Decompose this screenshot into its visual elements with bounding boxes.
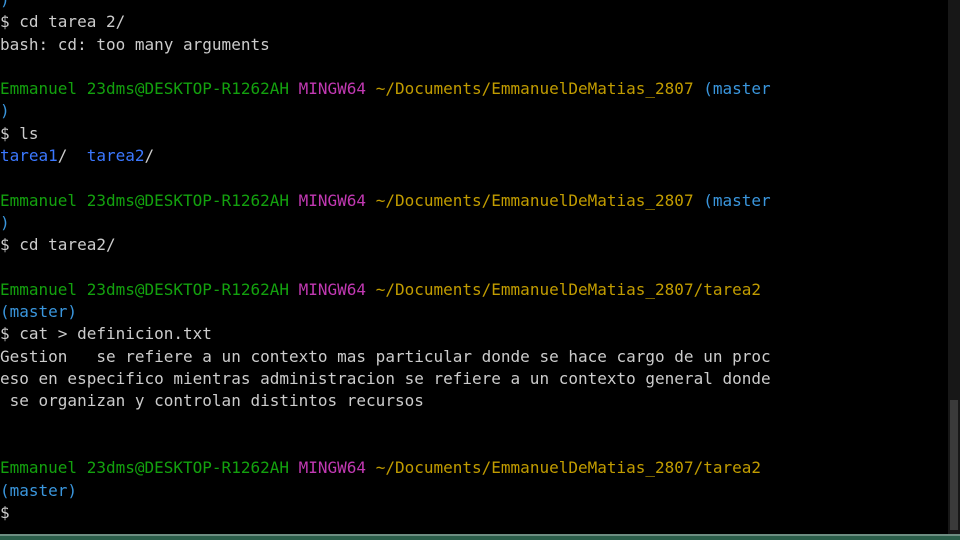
terminal-text: (master)	[0, 480, 78, 500]
terminal-text: Emmanuel 23dms@DESKTOP-R1262AH	[0, 458, 299, 478]
vertical-scrollbar[interactable]	[948, 0, 960, 534]
terminal-line: $ cd tarea 2/	[0, 11, 948, 33]
terminal-text: ~/Documents/EmmanuelDeMatias_2807	[375, 79, 704, 99]
terminal-text: se organizan y controlan distintos recur…	[0, 391, 424, 411]
terminal-line: )	[0, 0, 948, 11]
terminal-text: tarea2	[86, 146, 145, 166]
terminal-line: $ cat > definicion.txt	[0, 323, 948, 345]
terminal-text: $ cat > definicion.txt	[0, 324, 212, 344]
terminal-line: )	[0, 100, 948, 122]
window-border	[0, 536, 960, 540]
terminal-text: $ ls	[0, 123, 39, 143]
terminal-line: $	[0, 502, 948, 524]
terminal-text: $	[0, 502, 10, 522]
terminal-line: tarea1/ tarea2/	[0, 145, 948, 167]
terminal-text: MINGW64	[298, 458, 376, 478]
terminal-text: /	[144, 146, 155, 166]
terminal-text: ~/Documents/EmmanuelDeMatias_2807/tarea2	[375, 279, 761, 299]
scrollbar-thumb[interactable]	[950, 400, 958, 530]
terminal-line: Emmanuel 23dms@DESKTOP-R1262AH MINGW64 ~…	[0, 78, 948, 100]
terminal-line: (master)	[0, 301, 948, 323]
terminal-text: ~/Documents/EmmanuelDeMatias_2807	[375, 190, 704, 210]
terminal-text: $ cd tarea 2/	[0, 12, 126, 32]
terminal-text: bash: cd: too many arguments	[0, 34, 270, 54]
terminal-line: Emmanuel 23dms@DESKTOP-R1262AH MINGW64 ~…	[0, 457, 948, 479]
terminal-text: (master)	[0, 302, 78, 322]
terminal-text: Emmanuel 23dms@DESKTOP-R1262AH	[0, 79, 299, 99]
terminal-line: Gestion se refiere a un contexto mas par…	[0, 346, 948, 368]
terminal-text: tarea1	[0, 146, 58, 166]
terminal-text: $ cd tarea2/	[0, 235, 116, 255]
terminal-text: )	[0, 0, 10, 9]
terminal-line: eso en especifico mientras administracio…	[0, 368, 948, 390]
terminal-line: $ ls	[0, 123, 948, 145]
terminal-line: $ cd tarea2/	[0, 234, 948, 256]
terminal-text: Emmanuel 23dms@DESKTOP-R1262AH	[0, 279, 299, 299]
terminal-text: MINGW64	[298, 79, 376, 99]
terminal-text: )	[0, 101, 10, 121]
terminal-text: Emmanuel 23dms@DESKTOP-R1262AH	[0, 190, 299, 210]
terminal-text: Gestion se refiere a un contexto mas par…	[0, 346, 771, 366]
terminal-text: MINGW64	[298, 190, 376, 210]
terminal-line: Emmanuel 23dms@DESKTOP-R1262AH MINGW64 ~…	[0, 190, 948, 212]
terminal-line: Emmanuel 23dms@DESKTOP-R1262AH MINGW64 ~…	[0, 279, 948, 301]
terminal-text: MINGW64	[298, 279, 376, 299]
terminal-text: (master	[703, 79, 771, 99]
terminal-line: se organizan y controlan distintos recur…	[0, 390, 948, 412]
terminal-line: (master)	[0, 480, 948, 502]
terminal-window[interactable]: ) $ cd tarea 2/bash: cd: too many argumen…	[0, 0, 960, 540]
terminal-output[interactable]: ) $ cd tarea 2/bash: cd: too many argumen…	[0, 0, 948, 524]
terminal-text: eso en especifico mientras administracio…	[0, 369, 771, 389]
terminal-text: (master	[703, 190, 771, 210]
terminal-text: /	[57, 146, 87, 166]
terminal-line: )	[0, 212, 948, 234]
terminal-text: ~/Documents/EmmanuelDeMatias_2807/tarea2	[375, 458, 761, 478]
terminal-line: bash: cd: too many arguments	[0, 34, 948, 56]
terminal-text: )	[0, 212, 10, 232]
